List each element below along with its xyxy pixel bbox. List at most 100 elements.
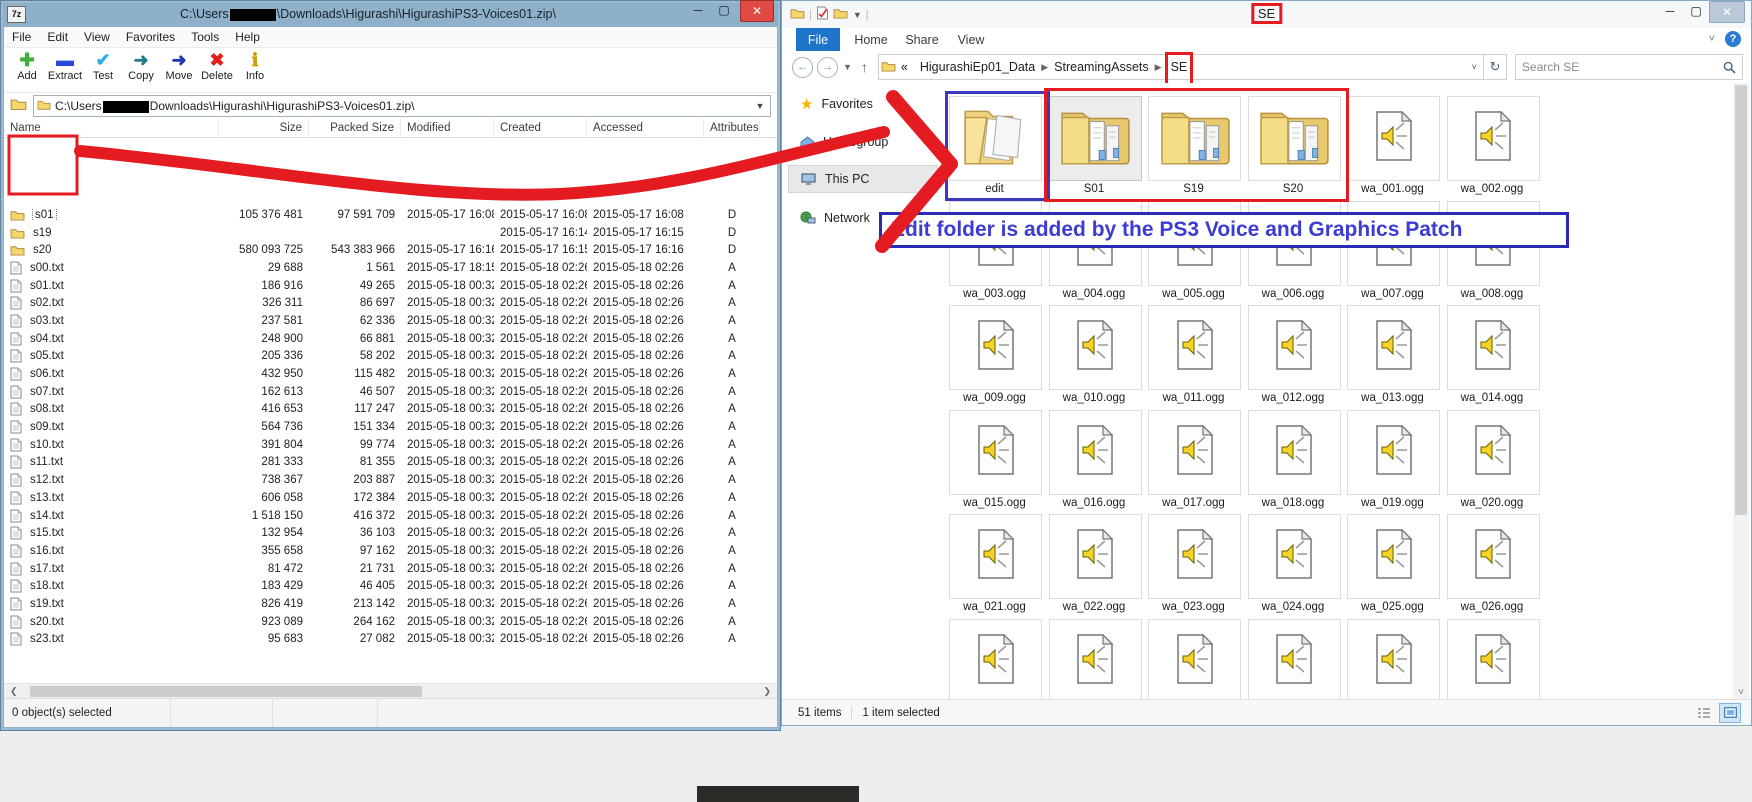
file-item-wa_026.ogg[interactable] [1447,514,1540,599]
search-input[interactable]: Search SE [1515,54,1743,80]
menu-view[interactable]: View [76,30,118,44]
file-item-wa_023.ogg[interactable] [1148,514,1241,599]
table-row-s02.txt[interactable]: s02.txt326 31186 6972015-05-18 00:322015… [4,294,777,312]
file-item-wa_025.ogg[interactable] [1347,514,1440,599]
add-button[interactable]: ✚Add [8,48,46,82]
address-dropdown-icon[interactable]: ▼ [753,101,767,111]
file-item-wa_013.ogg[interactable] [1347,305,1440,390]
scroll-down-icon[interactable]: ˅ [1733,687,1749,698]
horizontal-scrollbar[interactable]: ❮ ❯ [4,683,777,699]
scroll-right-icon[interactable]: ❯ [763,686,771,697]
breadcrumb[interactable]: « HigurashiEp01_Data ▶ StreamingAssets ▶… [878,54,1484,80]
forward-button[interactable]: → [817,57,838,78]
folder-icon[interactable] [790,7,805,22]
table-row-s06.txt[interactable]: s06.txt432 950115 4822015-05-18 00:32201… [4,365,777,383]
file-item[interactable] [1447,619,1540,701]
details-view-icon[interactable] [1693,703,1715,723]
minimize-button[interactable]: ─ [685,0,711,20]
column-header-size[interactable]: Size [219,119,309,137]
table-row-s00.txt[interactable]: s00.txt29 6881 5612015-05-17 18:152015-0… [4,259,777,277]
nav-item-this-pc[interactable]: This PC [788,165,938,193]
table-row-s12.txt[interactable]: s12.txt738 367203 8872015-05-18 00:32201… [4,471,777,489]
close-button[interactable]: ✕ [1709,1,1745,23]
scrollbar-thumb[interactable] [30,686,422,697]
breadcrumb-overflow[interactable]: « [901,60,908,74]
column-header-accessed[interactable]: Accessed [587,119,704,137]
history-dropdown-icon[interactable]: ▼ [843,62,852,72]
file-item[interactable] [1347,619,1440,701]
column-header-modified[interactable]: Modified [401,119,494,137]
folder-item-S01[interactable] [1049,96,1142,181]
file-item[interactable] [949,619,1042,701]
table-row-s01[interactable]: s01105 376 48197 591 7092015-05-17 16:08… [4,206,777,224]
table-row-s15.txt[interactable]: s15.txt132 95436 1032015-05-18 00:322015… [4,524,777,542]
file-item-wa_024.ogg[interactable] [1248,514,1341,599]
file-item-wa_016.ogg[interactable] [1049,410,1142,495]
move-button[interactable]: ➜Move [160,48,198,82]
file-item-wa_009.ogg[interactable] [949,305,1042,390]
breadcrumb-item[interactable]: HigurashiEp01_Data [920,60,1035,74]
back-button[interactable]: ← [792,57,813,78]
menu-edit[interactable]: Edit [39,30,76,44]
menu-favorites[interactable]: Favorites [118,30,183,44]
close-button[interactable]: ✕ [740,0,774,22]
file-item-wa_010.ogg[interactable] [1049,305,1142,390]
up-button[interactable]: ↑ [861,59,868,75]
menu-file[interactable]: File [4,30,39,44]
folder-item-S20[interactable] [1248,96,1341,181]
table-row-s20.txt[interactable]: s20.txt923 089264 1622015-05-18 00:32201… [4,613,777,631]
tab-file[interactable]: File [796,28,840,51]
file-item-wa_019.ogg[interactable] [1347,410,1440,495]
nav-item-homegroup[interactable]: Homegroup [788,129,938,155]
file-item[interactable] [1148,619,1241,701]
file-item-wa_017.ogg[interactable] [1148,410,1241,495]
table-row-s20[interactable]: s20580 093 725543 383 9662015-05-17 16:1… [4,241,777,259]
breadcrumb-item-se[interactable]: SE [1168,60,1191,74]
copy-button[interactable]: ➜Copy [122,48,160,82]
scroll-left-icon[interactable]: ❮ [10,686,18,697]
file-item[interactable] [1049,619,1142,701]
minimize-button[interactable]: ─ [1657,1,1683,21]
file-item-wa_020.ogg[interactable] [1447,410,1540,495]
folder-item-edit[interactable] [949,96,1042,181]
test-button[interactable]: ✔Test [84,48,122,82]
table-row-s01.txt[interactable]: s01.txt186 91649 2652015-05-18 00:322015… [4,277,777,295]
table-row-s08.txt[interactable]: s08.txt416 653117 2472015-05-18 00:32201… [4,401,777,419]
vertical-scrollbar[interactable]: ˅ [1733,83,1749,700]
nav-item-favorites[interactable]: ★ Favorites [788,91,938,117]
maximize-button[interactable]: ▢ [1683,1,1709,21]
tab-view[interactable]: View [950,28,992,51]
maximize-button[interactable]: ▢ [711,0,737,20]
table-row-s17.txt[interactable]: s17.txt81 47221 7312015-05-18 00:322015-… [4,560,777,578]
breadcrumb-item[interactable]: StreamingAssets [1054,60,1148,74]
table-row-s16.txt[interactable]: s16.txt355 65897 1622015-05-18 00:322015… [4,542,777,560]
table-row-s18.txt[interactable]: s18.txt183 42946 4052015-05-18 00:322015… [4,577,777,595]
qat-dropdown-icon[interactable]: ▼ [853,10,862,20]
properties-check-icon[interactable] [816,6,829,23]
column-header-name[interactable]: Name [4,119,219,137]
extract-button[interactable]: ▬Extract [46,48,84,82]
file-item-wa_001.ogg[interactable] [1347,96,1440,181]
table-row-s07.txt[interactable]: s07.txt162 61346 5072015-05-18 00:322015… [4,383,777,401]
file-item-wa_021.ogg[interactable] [949,514,1042,599]
table-row-s11.txt[interactable]: s11.txt281 33381 3552015-05-18 00:322015… [4,454,777,472]
file-item-wa_014.ogg[interactable] [1447,305,1540,390]
menu-help[interactable]: Help [227,30,268,44]
help-icon[interactable]: ? [1725,31,1741,47]
column-header-packed-size[interactable]: Packed Size [309,119,401,137]
table-row-s19[interactable]: s192015-05-17 16:142015-05-17 16:15D [4,224,777,242]
table-row-s05.txt[interactable]: s05.txt205 33658 2022015-05-18 00:322015… [4,348,777,366]
ribbon-expand-icon[interactable]: ˅ [1709,33,1715,45]
column-header-row[interactable]: NameSizePacked SizeModifiedCreatedAccess… [4,119,777,138]
tab-share[interactable]: Share [900,28,944,51]
file-item-wa_022.ogg[interactable] [1049,514,1142,599]
large-icons-view-icon[interactable] [1719,703,1741,723]
file-item-wa_002.ogg[interactable] [1447,96,1540,181]
table-row-s13.txt[interactable]: s13.txt606 058172 3842015-05-18 00:32201… [4,489,777,507]
table-row-s04.txt[interactable]: s04.txt248 90066 8812015-05-18 00:322015… [4,330,777,348]
tab-home[interactable]: Home [848,28,894,51]
file-item-wa_012.ogg[interactable] [1248,305,1341,390]
table-row-s23.txt[interactable]: s23.txt95 68327 0822015-05-18 00:322015-… [4,631,777,649]
scrollbar-thumb[interactable] [1735,85,1747,515]
parent-folder-icon[interactable] [10,97,27,116]
